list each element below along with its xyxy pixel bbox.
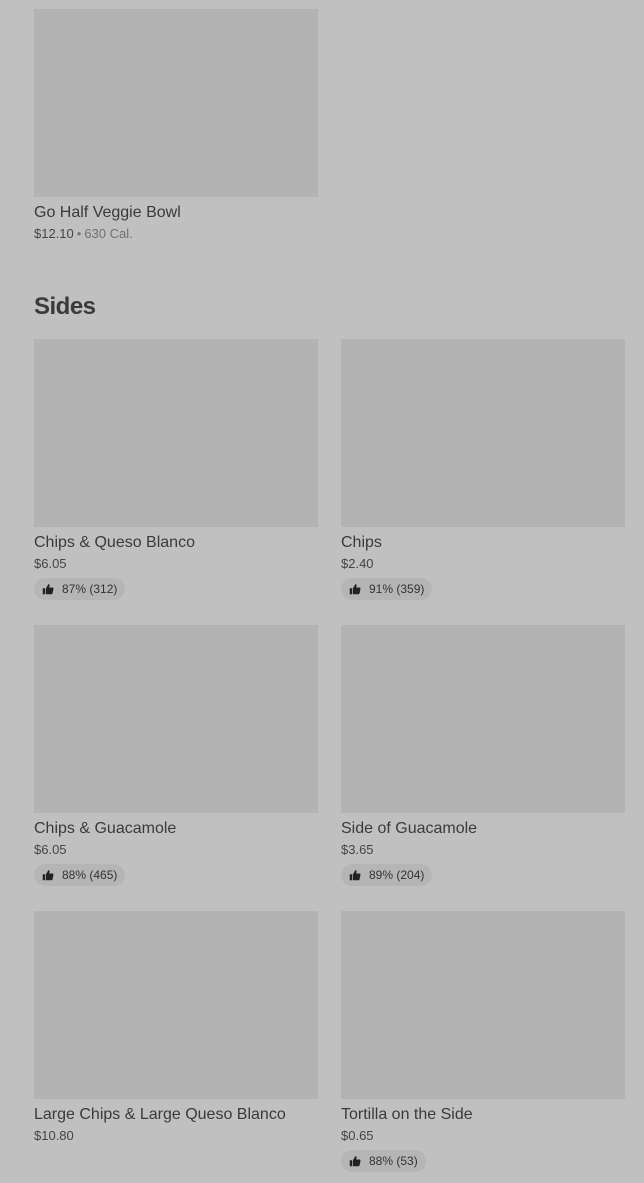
thumbs-up-icon (42, 584, 54, 595)
rating-badge: 88% (53) (341, 1150, 426, 1172)
rating-badge: 89% (204) (341, 864, 433, 886)
menu-item-image (34, 625, 318, 813)
rating-badge: 87% (312) (34, 578, 126, 600)
menu-item-image (34, 911, 318, 1099)
menu-item-name: Chips & Guacamole (34, 820, 177, 837)
menu-item-card[interactable]: Large Chips & Large Queso Blanco $10.80 (34, 911, 318, 1144)
menu-item-price: $10.80 (34, 1128, 74, 1143)
rating-text: 87% (312) (62, 582, 118, 596)
menu-item-card[interactable]: Go Half Veggie Bowl $12.10 • 630 Cal. (34, 9, 318, 242)
menu-item-card[interactable]: Chips & Queso Blanco $6.05 87% (312) (34, 339, 318, 600)
menu-item-meta: $12.10 • 630 Cal. (34, 226, 318, 242)
menu-item-price: $6.05 (34, 842, 67, 857)
menu-item-price: $2.40 (341, 556, 374, 571)
menu-item-card[interactable]: Chips $2.40 91% (359) (341, 339, 625, 600)
menu-item-price: $12.10 (34, 226, 74, 241)
rating-text: 89% (204) (369, 868, 425, 882)
menu-item-price: $3.65 (341, 842, 374, 857)
rating-badge: 91% (359) (341, 578, 433, 600)
menu-item-image (34, 9, 318, 197)
meta-separator: • (76, 226, 82, 241)
rating-text: 91% (359) (369, 582, 425, 596)
menu-item-price: $6.05 (34, 556, 67, 571)
menu-item-image (341, 339, 625, 527)
menu-item-image (341, 911, 625, 1099)
menu-item-name: Tortilla on the Side (341, 1106, 473, 1123)
menu-item-price: $0.65 (341, 1128, 374, 1143)
rating-badge: 88% (465) (34, 864, 126, 886)
thumbs-up-icon (42, 870, 54, 881)
menu-item-card[interactable]: Chips & Guacamole $6.05 88% (465) (34, 625, 318, 886)
menu-item-image (341, 625, 625, 813)
rating-text: 88% (465) (62, 868, 118, 882)
menu-item-name: Chips & Queso Blanco (34, 534, 195, 551)
thumbs-up-icon (349, 870, 361, 881)
menu-item-name: Chips (341, 534, 382, 551)
menu-item-name: Side of Guacamole (341, 820, 478, 837)
menu-item-calories: 630 Cal. (84, 226, 133, 241)
menu-item-name: Go Half Veggie Bowl (34, 204, 181, 221)
thumbs-up-icon (349, 1156, 361, 1167)
rating-text: 88% (53) (369, 1154, 418, 1168)
menu-item-card[interactable]: Tortilla on the Side $0.65 88% (53) (341, 911, 625, 1172)
menu-item-image (34, 339, 318, 527)
menu-item-card[interactable]: Side of Guacamole $3.65 89% (204) (341, 625, 625, 886)
thumbs-up-icon (349, 584, 361, 595)
menu-item-name: Large Chips & Large Queso Blanco (34, 1106, 286, 1123)
section-title-sides: Sides (34, 293, 96, 320)
